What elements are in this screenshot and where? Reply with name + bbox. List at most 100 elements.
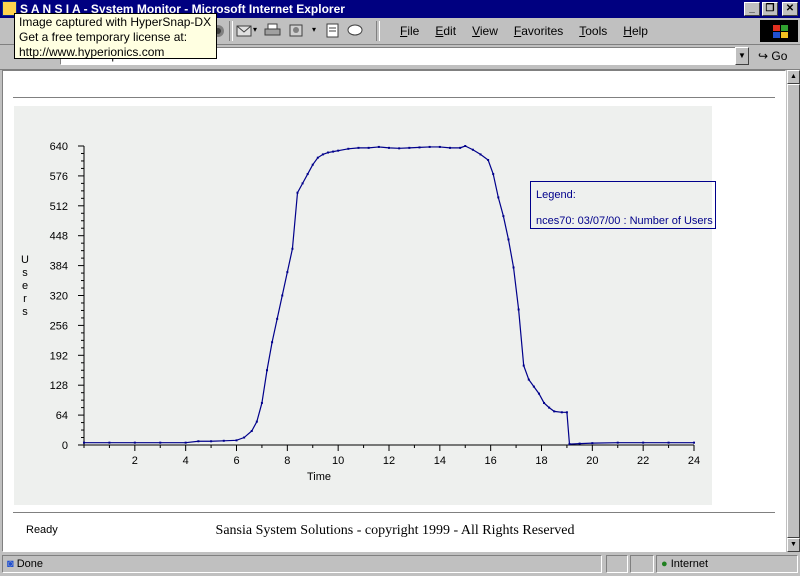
x-axis-label: Time: [307, 471, 331, 483]
scroll-up-icon[interactable]: ▲: [787, 70, 800, 84]
data-point: [260, 401, 263, 404]
vertical-scrollbar[interactable]: ▲ ▼: [786, 70, 800, 552]
y-axis-label-letter: s: [22, 306, 28, 318]
data-point: [250, 429, 253, 432]
data-point: [327, 151, 329, 154]
divider: [13, 97, 775, 99]
menu-help[interactable]: Help: [615, 24, 656, 38]
discuss-icon[interactable]: [324, 23, 341, 38]
data-point: [332, 150, 335, 153]
data-point: [377, 145, 380, 148]
print-icon[interactable]: [264, 23, 281, 38]
x-tick-label: 20: [586, 455, 598, 467]
data-point: [243, 436, 246, 439]
data-point: [306, 173, 309, 176]
data-point: [548, 406, 551, 409]
x-tick-label: 8: [284, 455, 290, 467]
y-tick-label: 448: [50, 231, 68, 243]
edit-dropdown-icon[interactable]: ▾: [312, 25, 316, 34]
x-tick-label: 4: [183, 455, 189, 467]
x-tick-label: 6: [233, 455, 239, 467]
edit-icon[interactable]: [288, 23, 305, 38]
data-point: [418, 146, 421, 149]
data-point: [398, 147, 401, 150]
data-point: [492, 173, 495, 176]
x-tick-label: 12: [383, 455, 395, 467]
data-point: [367, 146, 370, 149]
y-axis-label-letter: e: [22, 280, 28, 292]
data-point: [487, 159, 490, 162]
status-done: Done: [16, 558, 44, 570]
data-point: [565, 411, 568, 414]
menu-tools[interactable]: Tools: [571, 24, 615, 38]
menu-file[interactable]: File: [392, 24, 427, 38]
data-point: [296, 191, 299, 194]
legend-entry: nces70: 03/07/00 : Number of Users: [536, 215, 713, 227]
go-button[interactable]: ↪ Go: [758, 49, 787, 63]
y-axis-label-letter: s: [22, 267, 28, 279]
x-tick-label: 16: [485, 455, 497, 467]
status-text: ◙ Done: [2, 555, 602, 573]
mail-dropdown-icon[interactable]: ▾: [253, 25, 257, 34]
page-content: 2 4 6 8 10 12 14 16 18 20 22 24 0 64 128 192 256 320 384 44…: [2, 70, 786, 552]
data-point: [459, 146, 462, 149]
data-point: [133, 441, 136, 444]
data-point: [357, 146, 360, 149]
data-point: [507, 238, 510, 241]
data-point: [301, 182, 304, 185]
close-button[interactable]: ✕: [782, 2, 798, 16]
data-point: [578, 442, 581, 445]
status-zone: ● Internet: [656, 555, 798, 573]
tooltip-line: Image captured with HyperSnap-DX: [19, 15, 212, 29]
y-tick-label: 0: [62, 440, 68, 452]
capture-tooltip: Image captured with HyperSnap-DX Get a f…: [14, 13, 217, 59]
zone-label: Internet: [670, 558, 709, 570]
address-dropdown-icon[interactable]: ▼: [735, 47, 749, 65]
plotter-applet[interactable]: 2 4 6 8 10 12 14 16 18 20 22 24 0 64 128 192 256 320 384 44…: [14, 106, 716, 536]
page-icon: ◙: [7, 558, 14, 570]
data-point: [560, 411, 563, 414]
minimize-button[interactable]: _: [744, 2, 760, 16]
data-point: [553, 410, 556, 413]
menu-favorites[interactable]: Favorites: [506, 24, 571, 38]
data-point: [337, 149, 340, 152]
x-tick-label: 24: [688, 455, 700, 467]
data-point: [693, 441, 695, 444]
y-axis-label-letter: U: [21, 254, 29, 266]
messenger-icon[interactable]: [346, 23, 363, 38]
legend-title: Legend:: [536, 189, 576, 201]
go-label: Go: [771, 49, 788, 63]
divider: [13, 512, 775, 514]
x-tick-label: 2: [132, 455, 138, 467]
data-point: [532, 385, 535, 388]
data-point: [438, 145, 441, 148]
mail-icon[interactable]: [236, 23, 253, 38]
y-tick-label: 640: [50, 141, 68, 153]
data-point: [522, 364, 525, 367]
scroll-down-icon[interactable]: ▼: [787, 538, 800, 552]
copyright-footer: Sansia System Solutions - copyright 1999…: [215, 523, 575, 538]
scroll-thumb[interactable]: [787, 84, 800, 538]
menu-view[interactable]: View: [464, 24, 506, 38]
data-point: [497, 196, 500, 199]
windows-logo: [760, 20, 798, 42]
x-tick-label: 14: [434, 455, 446, 467]
data-point: [83, 441, 85, 444]
data-point: [266, 369, 268, 372]
y-tick-label: 192: [50, 350, 68, 362]
data-point: [286, 271, 289, 274]
data-point: [210, 440, 213, 443]
data-point: [271, 341, 274, 344]
menu-edit[interactable]: Edit: [427, 24, 464, 38]
data-point: [347, 147, 350, 150]
data-point: [479, 153, 482, 156]
go-arrow-icon: ↪: [758, 49, 769, 63]
data-point: [235, 439, 238, 442]
y-tick-label: 576: [50, 171, 68, 183]
data-point: [108, 441, 111, 444]
tooltip-line: http://www.hyperionics.com: [19, 45, 165, 59]
data-point: [408, 146, 411, 149]
data-point: [502, 215, 505, 218]
y-tick-label: 64: [56, 410, 68, 422]
maximize-button[interactable]: ❐: [762, 2, 778, 16]
